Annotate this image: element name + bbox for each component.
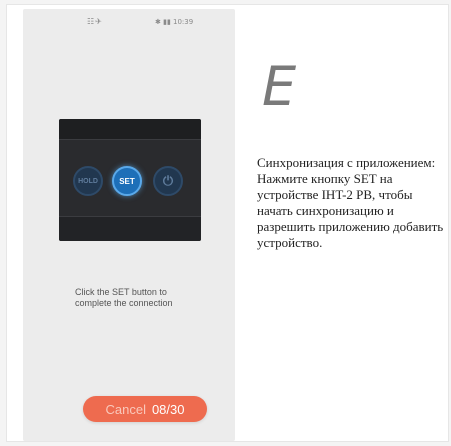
hold-button: HOLD [73, 166, 103, 196]
status-icons-right: ✱ ▮▮ 10:39 [155, 18, 194, 26]
status-icons-left: ☷✈ [87, 17, 103, 26]
power-icon: ⏻ [153, 166, 183, 196]
cancel-button[interactable]: Cancel 08/30 [83, 396, 207, 422]
instruction-card: ☷✈ ✱ ▮▮ 10:39 HOLD SET ⏻ Click the SET b… [6, 4, 449, 442]
countdown-counter: 08/30 [151, 401, 185, 417]
step-description: Синхронизация с приложением: Нажмите кно… [257, 155, 444, 250]
instruction-text: Click the SET button to complete the con… [75, 287, 173, 308]
phone-screenshot: ☷✈ ✱ ▮▮ 10:39 HOLD SET ⏻ Click the SET b… [23, 9, 235, 441]
set-button: SET [112, 166, 142, 196]
device-image: HOLD SET ⏻ [59, 119, 201, 241]
status-bar: ☷✈ ✱ ▮▮ 10:39 [23, 15, 235, 31]
cancel-label: Cancel [105, 401, 146, 417]
device-bottom-band [59, 216, 201, 241]
device-top-band [59, 119, 201, 140]
step-letter: E [262, 55, 297, 118]
